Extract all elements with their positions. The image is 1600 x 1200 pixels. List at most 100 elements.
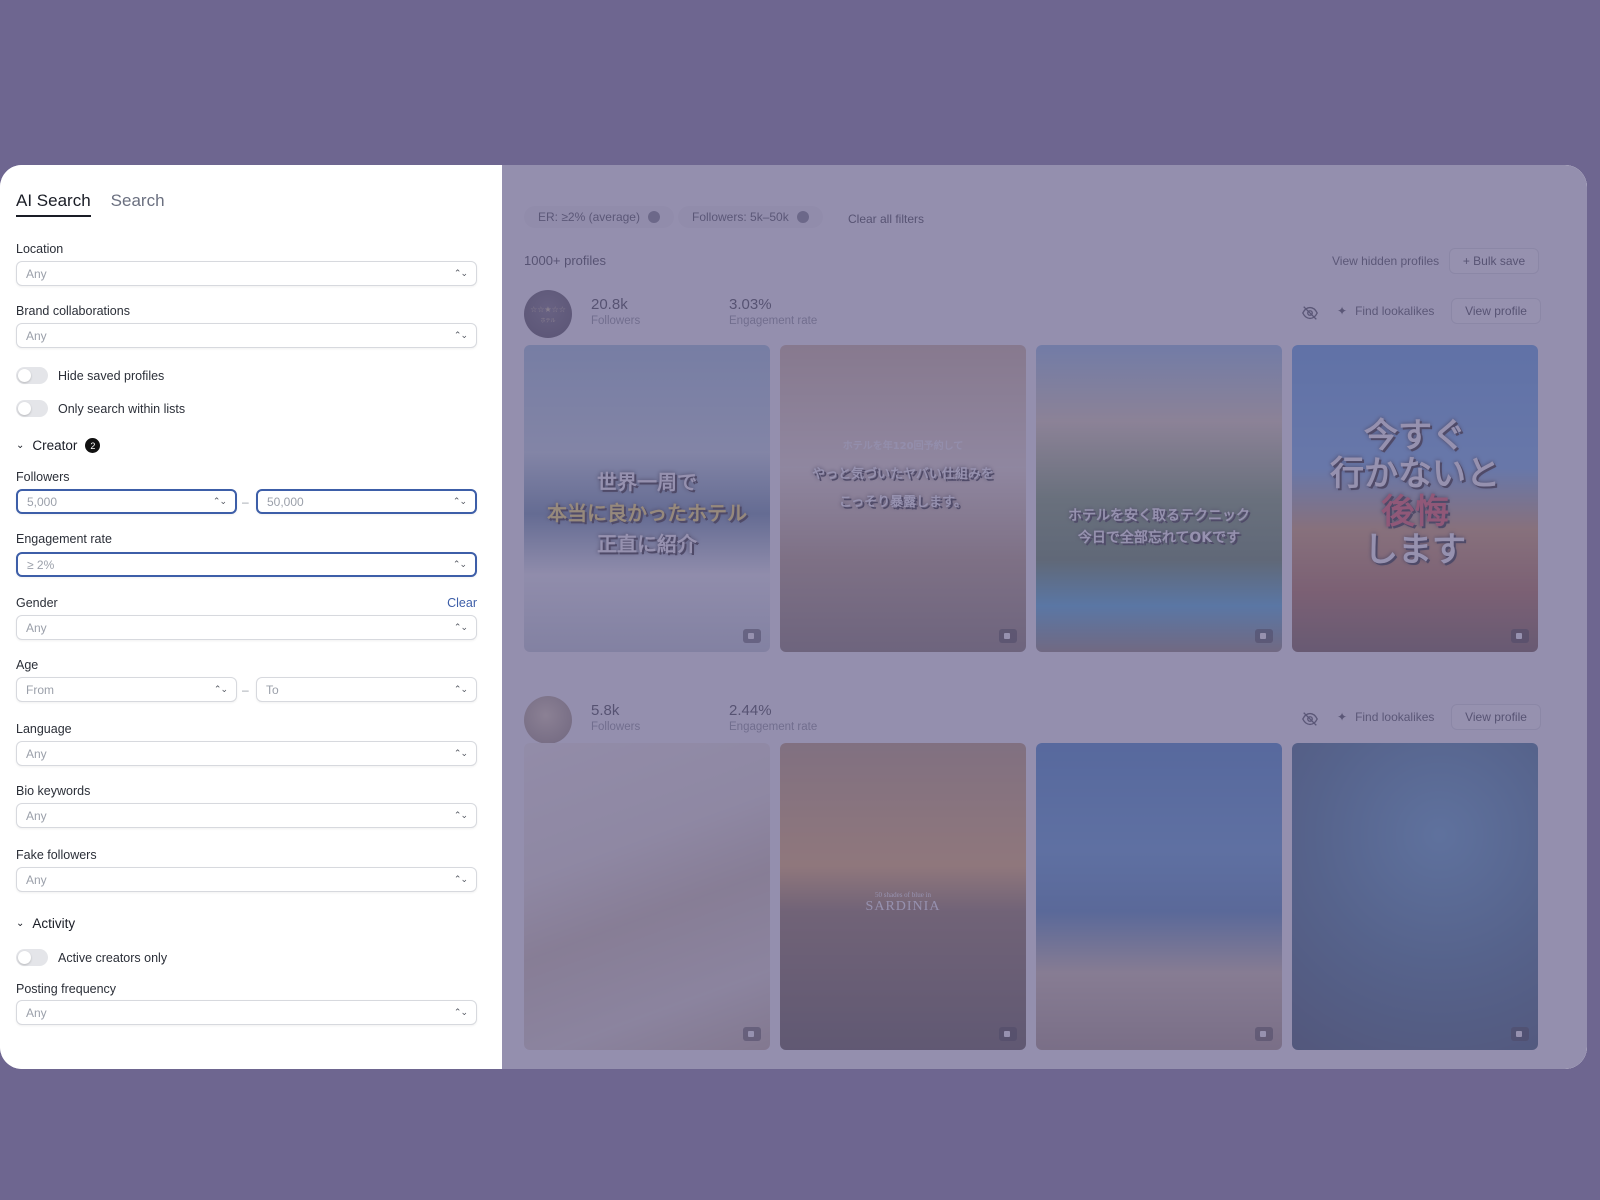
profile-card: ☆☆★☆☆ ホテル 20.8k Followers 3.03% Engagement …: [524, 290, 1541, 652]
brand-select[interactable]: Any ⌃⌄: [16, 323, 477, 348]
avatar[interactable]: [524, 696, 572, 744]
engagement-label: Engagement rate: [16, 532, 112, 546]
updown-icon: ⌃⌄: [453, 330, 468, 340]
hide-saved-row[interactable]: Hide saved profiles: [16, 367, 164, 384]
results-panel: ER: ≥2% (average) Followers: 5k–50k Clea…: [502, 165, 1587, 1069]
post-thumbnail[interactable]: ホテルを年120回予約して やっと気づいたヤバい仕組みを こっそり暴露します。: [780, 345, 1026, 652]
only-lists-label: Only search within lists: [58, 401, 186, 416]
followers-min-input[interactable]: 5,000 ⌃⌄: [16, 489, 237, 514]
language-select[interactable]: Any ⌃⌄: [16, 741, 477, 766]
video-icon: [1511, 629, 1529, 643]
post-thumbnail[interactable]: 世界一周で 本当に良かったホテル 正直に紹介: [524, 345, 770, 652]
post-caption: ホテルを年120回予約して やっと気づいたヤバい仕組みを こっそり暴露します。: [780, 433, 1026, 517]
find-lookalikes-label: Find lookalikes: [1355, 304, 1435, 318]
eye-off-icon[interactable]: [1301, 304, 1319, 322]
updown-icon: ⌃⌄: [453, 810, 468, 820]
updown-icon: ⌃⌄: [453, 748, 468, 758]
range-separator: –: [242, 683, 249, 697]
engagement-input[interactable]: ≥ 2% ⌃⌄: [16, 552, 477, 577]
language-label: Language: [16, 722, 72, 736]
find-lookalikes-button[interactable]: ✦ Find lookalikes: [1337, 304, 1434, 318]
updown-icon: ⌃⌄: [452, 559, 467, 569]
hide-saved-toggle[interactable]: [16, 367, 48, 384]
engagement-label: Engagement rate: [729, 315, 818, 327]
avatar[interactable]: ☆☆★☆☆ ホテル: [524, 290, 572, 338]
updown-icon: ⌃⌄: [453, 684, 468, 694]
find-lookalikes-button[interactable]: ✦ Find lookalikes: [1337, 710, 1434, 724]
followers-min-value: 5,000: [27, 494, 58, 509]
gender-select[interactable]: Any ⌃⌄: [16, 615, 477, 640]
creator-count-badge: 2: [85, 438, 101, 453]
brand-value: Any: [26, 328, 47, 343]
fake-label: Fake followers: [16, 848, 97, 862]
remove-chip-icon[interactable]: [647, 211, 660, 223]
engagement-value: 2.44%: [729, 702, 772, 719]
clear-all-filters-link[interactable]: Clear all filters: [848, 212, 924, 226]
video-icon: [743, 1027, 761, 1041]
followers-max-value: 50,000: [267, 494, 304, 509]
posting-select[interactable]: Any ⌃⌄: [16, 1000, 477, 1025]
active-only-row[interactable]: Active creators only: [16, 949, 167, 966]
brand-label: Brand collaborations: [16, 304, 130, 318]
only-lists-toggle[interactable]: [16, 400, 48, 417]
creator-section[interactable]: ⌄ Creator 2: [16, 438, 101, 453]
video-icon: [1255, 629, 1273, 643]
age-to-value: To: [266, 682, 279, 697]
updown-icon: ⌃⌄: [453, 874, 468, 884]
engagement-value: ≥ 2%: [27, 557, 55, 572]
engagement-label: Engagement rate: [729, 721, 818, 733]
view-hidden-profiles-link[interactable]: View hidden profiles: [1332, 254, 1439, 268]
tab-ai-search[interactable]: AI Search: [16, 191, 91, 217]
post-caption: 世界一周で 本当に良かったホテル 正直に紹介: [524, 467, 770, 560]
caption-line: 後悔: [1381, 492, 1449, 532]
age-from-select[interactable]: From ⌃⌄: [16, 677, 237, 702]
caption-line: 今日で全部忘れてOKです: [1077, 530, 1241, 546]
updown-icon: ⌃⌄: [213, 684, 228, 694]
location-label: Location: [16, 242, 64, 256]
tab-search[interactable]: Search: [111, 191, 165, 217]
updown-icon: ⌃⌄: [453, 622, 468, 632]
post-thumbnail[interactable]: [524, 743, 770, 1050]
active-only-toggle[interactable]: [16, 949, 48, 966]
filter-chip-er[interactable]: ER: ≥2% (average): [524, 206, 674, 228]
svg-text:ホテル: ホテル: [540, 318, 555, 324]
view-profile-button[interactable]: View profile: [1451, 298, 1541, 324]
gender-clear-link[interactable]: Clear: [447, 596, 477, 610]
bulk-save-button[interactable]: + Bulk save: [1449, 248, 1539, 274]
location-value: Any: [26, 266, 47, 281]
post-thumbnail[interactable]: [1292, 743, 1538, 1050]
fake-select[interactable]: Any ⌃⌄: [16, 867, 477, 892]
caption-line: SARDINIA: [865, 899, 941, 914]
followers-label: Followers: [591, 315, 641, 327]
location-select[interactable]: Any ⌃⌄: [16, 261, 477, 286]
caption-line: 正直に紹介: [597, 532, 697, 556]
video-icon: [999, 629, 1017, 643]
post-thumbnail[interactable]: [1036, 743, 1282, 1050]
only-lists-row[interactable]: Only search within lists: [16, 400, 185, 417]
caption-line: ホテルを年120回予約して: [842, 441, 964, 452]
age-from-value: From: [26, 682, 54, 697]
caption-line: します: [1364, 530, 1466, 570]
posting-value: Any: [26, 1005, 47, 1020]
activity-section[interactable]: ⌄ Activity: [16, 916, 75, 931]
engagement-value: 3.03%: [729, 296, 772, 313]
post-thumbnails: 50 shades of blue in SARDINIA: [524, 743, 1538, 1050]
bio-select[interactable]: Any ⌃⌄: [16, 803, 477, 828]
filter-chip-followers[interactable]: Followers: 5k–50k: [678, 206, 823, 228]
view-profile-button[interactable]: View profile: [1451, 704, 1541, 730]
search-tabs: AI Search Search: [16, 191, 486, 217]
hide-saved-label: Hide saved profiles: [58, 368, 165, 383]
post-thumbnail[interactable]: 今すぐ 行かないと 後悔 します: [1292, 345, 1538, 652]
post-thumbnail[interactable]: ホテルを安く取るテクニック 今日で全部忘れてOKです: [1036, 345, 1282, 652]
engagement-stat: 3.03% Engagement rate: [729, 296, 817, 327]
eye-off-icon[interactable]: [1301, 710, 1319, 728]
fake-value: Any: [26, 872, 47, 887]
caption-line: こっそり暴露します。: [839, 495, 967, 510]
post-thumbnail[interactable]: 50 shades of blue in SARDINIA: [780, 743, 1026, 1050]
followers-max-input[interactable]: 50,000 ⌃⌄: [256, 489, 477, 514]
age-to-select[interactable]: To ⌃⌄: [256, 677, 477, 702]
chip-label: ER: ≥2% (average): [538, 210, 640, 224]
video-icon: [1511, 1027, 1529, 1041]
caption-line: ホテルを安く取るテクニック: [1068, 508, 1250, 524]
remove-chip-icon[interactable]: [796, 211, 809, 223]
